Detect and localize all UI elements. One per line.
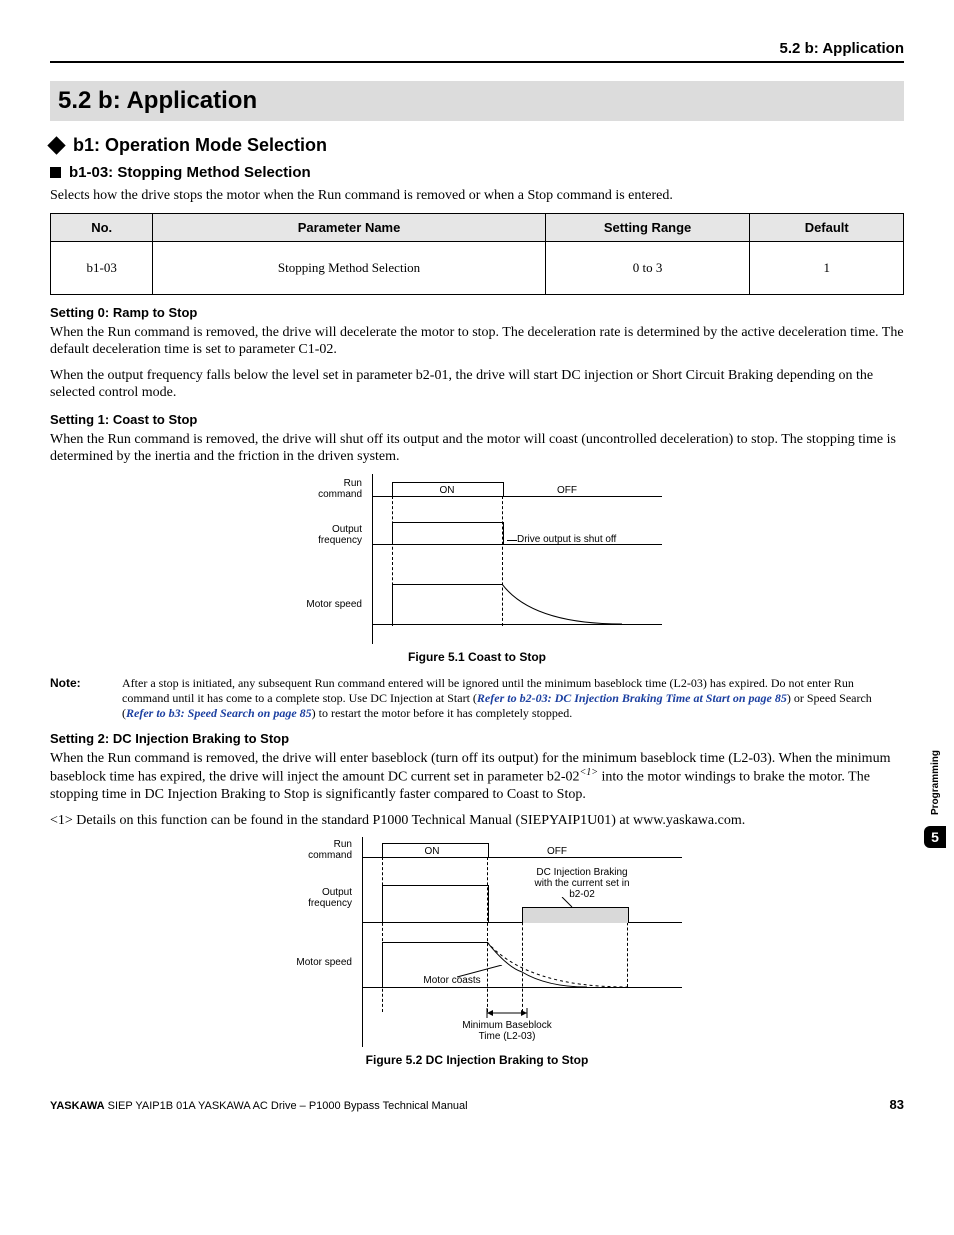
fig2-motor-label: Motor speed [257,957,352,968]
fig2-dc: DC Injection Braking with the current se… [517,867,647,900]
note-label: Note: [50,676,122,721]
table-row: b1-03 Stopping Method Selection 0 to 3 1 [51,241,904,294]
th-default: Default [750,213,904,241]
diamond-icon [47,136,65,154]
fig2-caption: Figure 5.2 DC Injection Braking to Stop [50,1053,904,1067]
side-tab-number: 5 [924,826,946,848]
heading-b1-text: b1: Operation Mode Selection [73,135,327,155]
fig2-run-label: Run command [257,839,352,861]
link-b2-03[interactable]: Refer to b2-03: DC Injection Braking Tim… [477,691,787,705]
td-range: 0 to 3 [545,241,750,294]
fig1-off: OFF [542,485,592,496]
note-block: Note: After a stop is initiated, any sub… [50,676,904,721]
setting0-p1: When the Run command is removed, the dri… [50,324,904,359]
heading-b1-03-text: b1-03: Stopping Method Selection [69,164,311,181]
link-b3[interactable]: Refer to b3: Speed Search on page 85 [126,706,312,720]
fig1-caption: Figure 5.1 Coast to Stop [50,650,904,664]
td-no: b1-03 [51,241,153,294]
intro-text: Selects how the drive stops the motor wh… [50,187,904,205]
setting1-title: Setting 1: Coast to Stop [50,412,904,427]
fig1-motor-label: Motor speed [267,599,362,610]
setting2-p2: <1> Details on this function can be foun… [50,812,904,830]
td-name: Stopping Method Selection [153,241,545,294]
section-title: 5.2 b: Application [50,81,904,121]
td-default: 1 [750,241,904,294]
fig2-out-label: Output frequency [257,887,352,909]
page-footer: YASKAWA SIEP YAIP1B 01A YASKAWA AC Drive… [50,1097,904,1112]
fig2-off: OFF [532,846,582,857]
setting1-p1: When the Run command is removed, the dri… [50,431,904,466]
setting2-p1: When the Run command is removed, the dri… [50,750,904,804]
th-range: Setting Range [545,213,750,241]
th-name: Parameter Name [153,213,545,241]
footer-brand: YASKAWA [50,1100,105,1112]
footer-doc: SIEP YAIP1B 01A YASKAWA AC Drive – P1000… [105,1100,468,1112]
side-tab: Programming 5 [924,750,946,848]
fig1-shut: Drive output is shut off [517,534,647,545]
fig2-on: ON [407,846,457,857]
square-icon [50,167,61,178]
fig1-on: ON [422,485,472,496]
fig2-bb: Minimum Baseblock Time (L2-03) [447,1020,567,1042]
setting0-p2: When the output frequency falls below th… [50,367,904,402]
side-tab-label: Programming [930,750,941,815]
fig1-run-label: Run command [267,478,362,500]
setting2-title: Setting 2: DC Injection Braking to Stop [50,731,904,746]
heading-b1: b1: Operation Mode Selection [50,135,904,156]
setting0-title: Setting 0: Ramp to Stop [50,305,904,320]
note-text: After a stop is initiated, any subsequen… [122,676,904,721]
parameter-table: No. Parameter Name Setting Range Default… [50,213,904,295]
page-header: 5.2 b: Application [50,40,904,63]
heading-b1-03: b1-03: Stopping Method Selection [50,164,904,181]
fig1-out-label: Output frequency [267,524,362,546]
footer-page: 83 [890,1097,904,1112]
figure-5-1: Run command Output frequency Motor speed… [267,474,687,644]
figure-5-2: Run command Output frequency Motor speed… [257,837,697,1047]
th-no: No. [51,213,153,241]
